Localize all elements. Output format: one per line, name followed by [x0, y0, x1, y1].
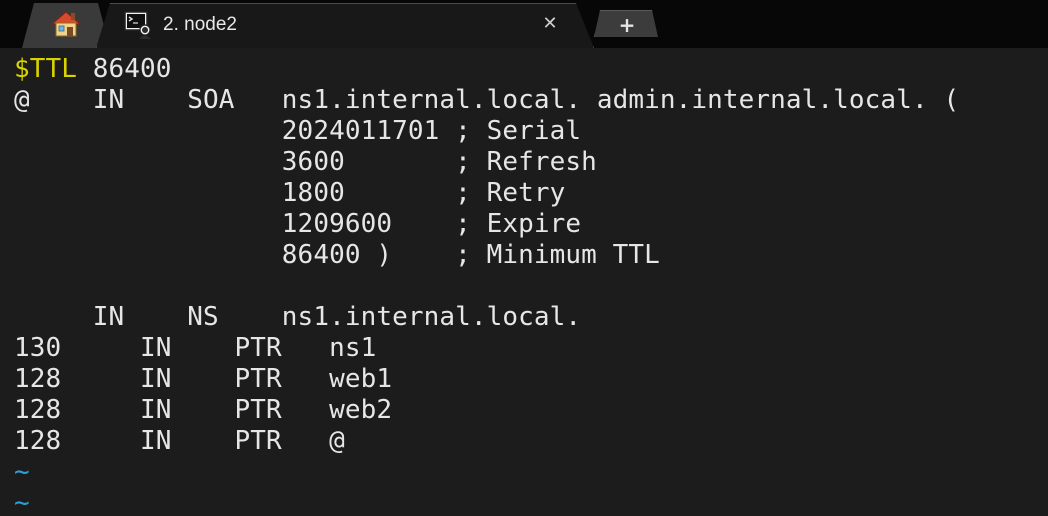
soa-record-line: @ IN SOA ns1.internal.local. admin.inter…: [14, 85, 960, 115]
tab-node2[interactable]: 2. node2 ✕: [96, 3, 594, 48]
ttl-value: 86400: [77, 54, 172, 84]
plus-icon: +: [618, 12, 636, 37]
soa-serial-line: 2024011701 ; Serial: [14, 116, 582, 146]
terminal-output[interactable]: $TTL 86400 @ IN SOA ns1.internal.local. …: [0, 54, 1048, 516]
ns-record-line: IN NS ns1.internal.local.: [14, 302, 582, 332]
tab-title: 2. node2: [163, 14, 237, 35]
ptr-record-line: 128 IN PTR web1: [14, 364, 393, 394]
close-icon[interactable]: ✕: [540, 13, 560, 35]
empty-buffer-tilde: ~: [14, 457, 30, 487]
tab-bar: 2. node2 ✕ +: [0, 0, 1048, 48]
soa-minimum-ttl-line: 86400 ) ; Minimum TTL: [14, 240, 660, 270]
soa-retry-line: 1800 ; Retry: [14, 178, 566, 208]
soa-refresh-line: 3600 ; Refresh: [14, 147, 597, 177]
empty-buffer-tilde: ~: [14, 488, 30, 516]
ttl-variable: $TTL: [14, 54, 78, 84]
ptr-record-line: 130 IN PTR ns1: [14, 333, 377, 363]
home-icon: [50, 10, 82, 42]
ptr-record-line: 128 IN PTR @: [14, 426, 345, 456]
terminal-session-icon: [124, 10, 154, 40]
soa-expire-line: 1209600 ; Expire: [14, 209, 582, 239]
ttl-line: $TTL 86400: [14, 54, 172, 85]
ptr-record-line: 128 IN PTR web2: [14, 395, 393, 425]
new-tab-button[interactable]: +: [594, 10, 658, 37]
